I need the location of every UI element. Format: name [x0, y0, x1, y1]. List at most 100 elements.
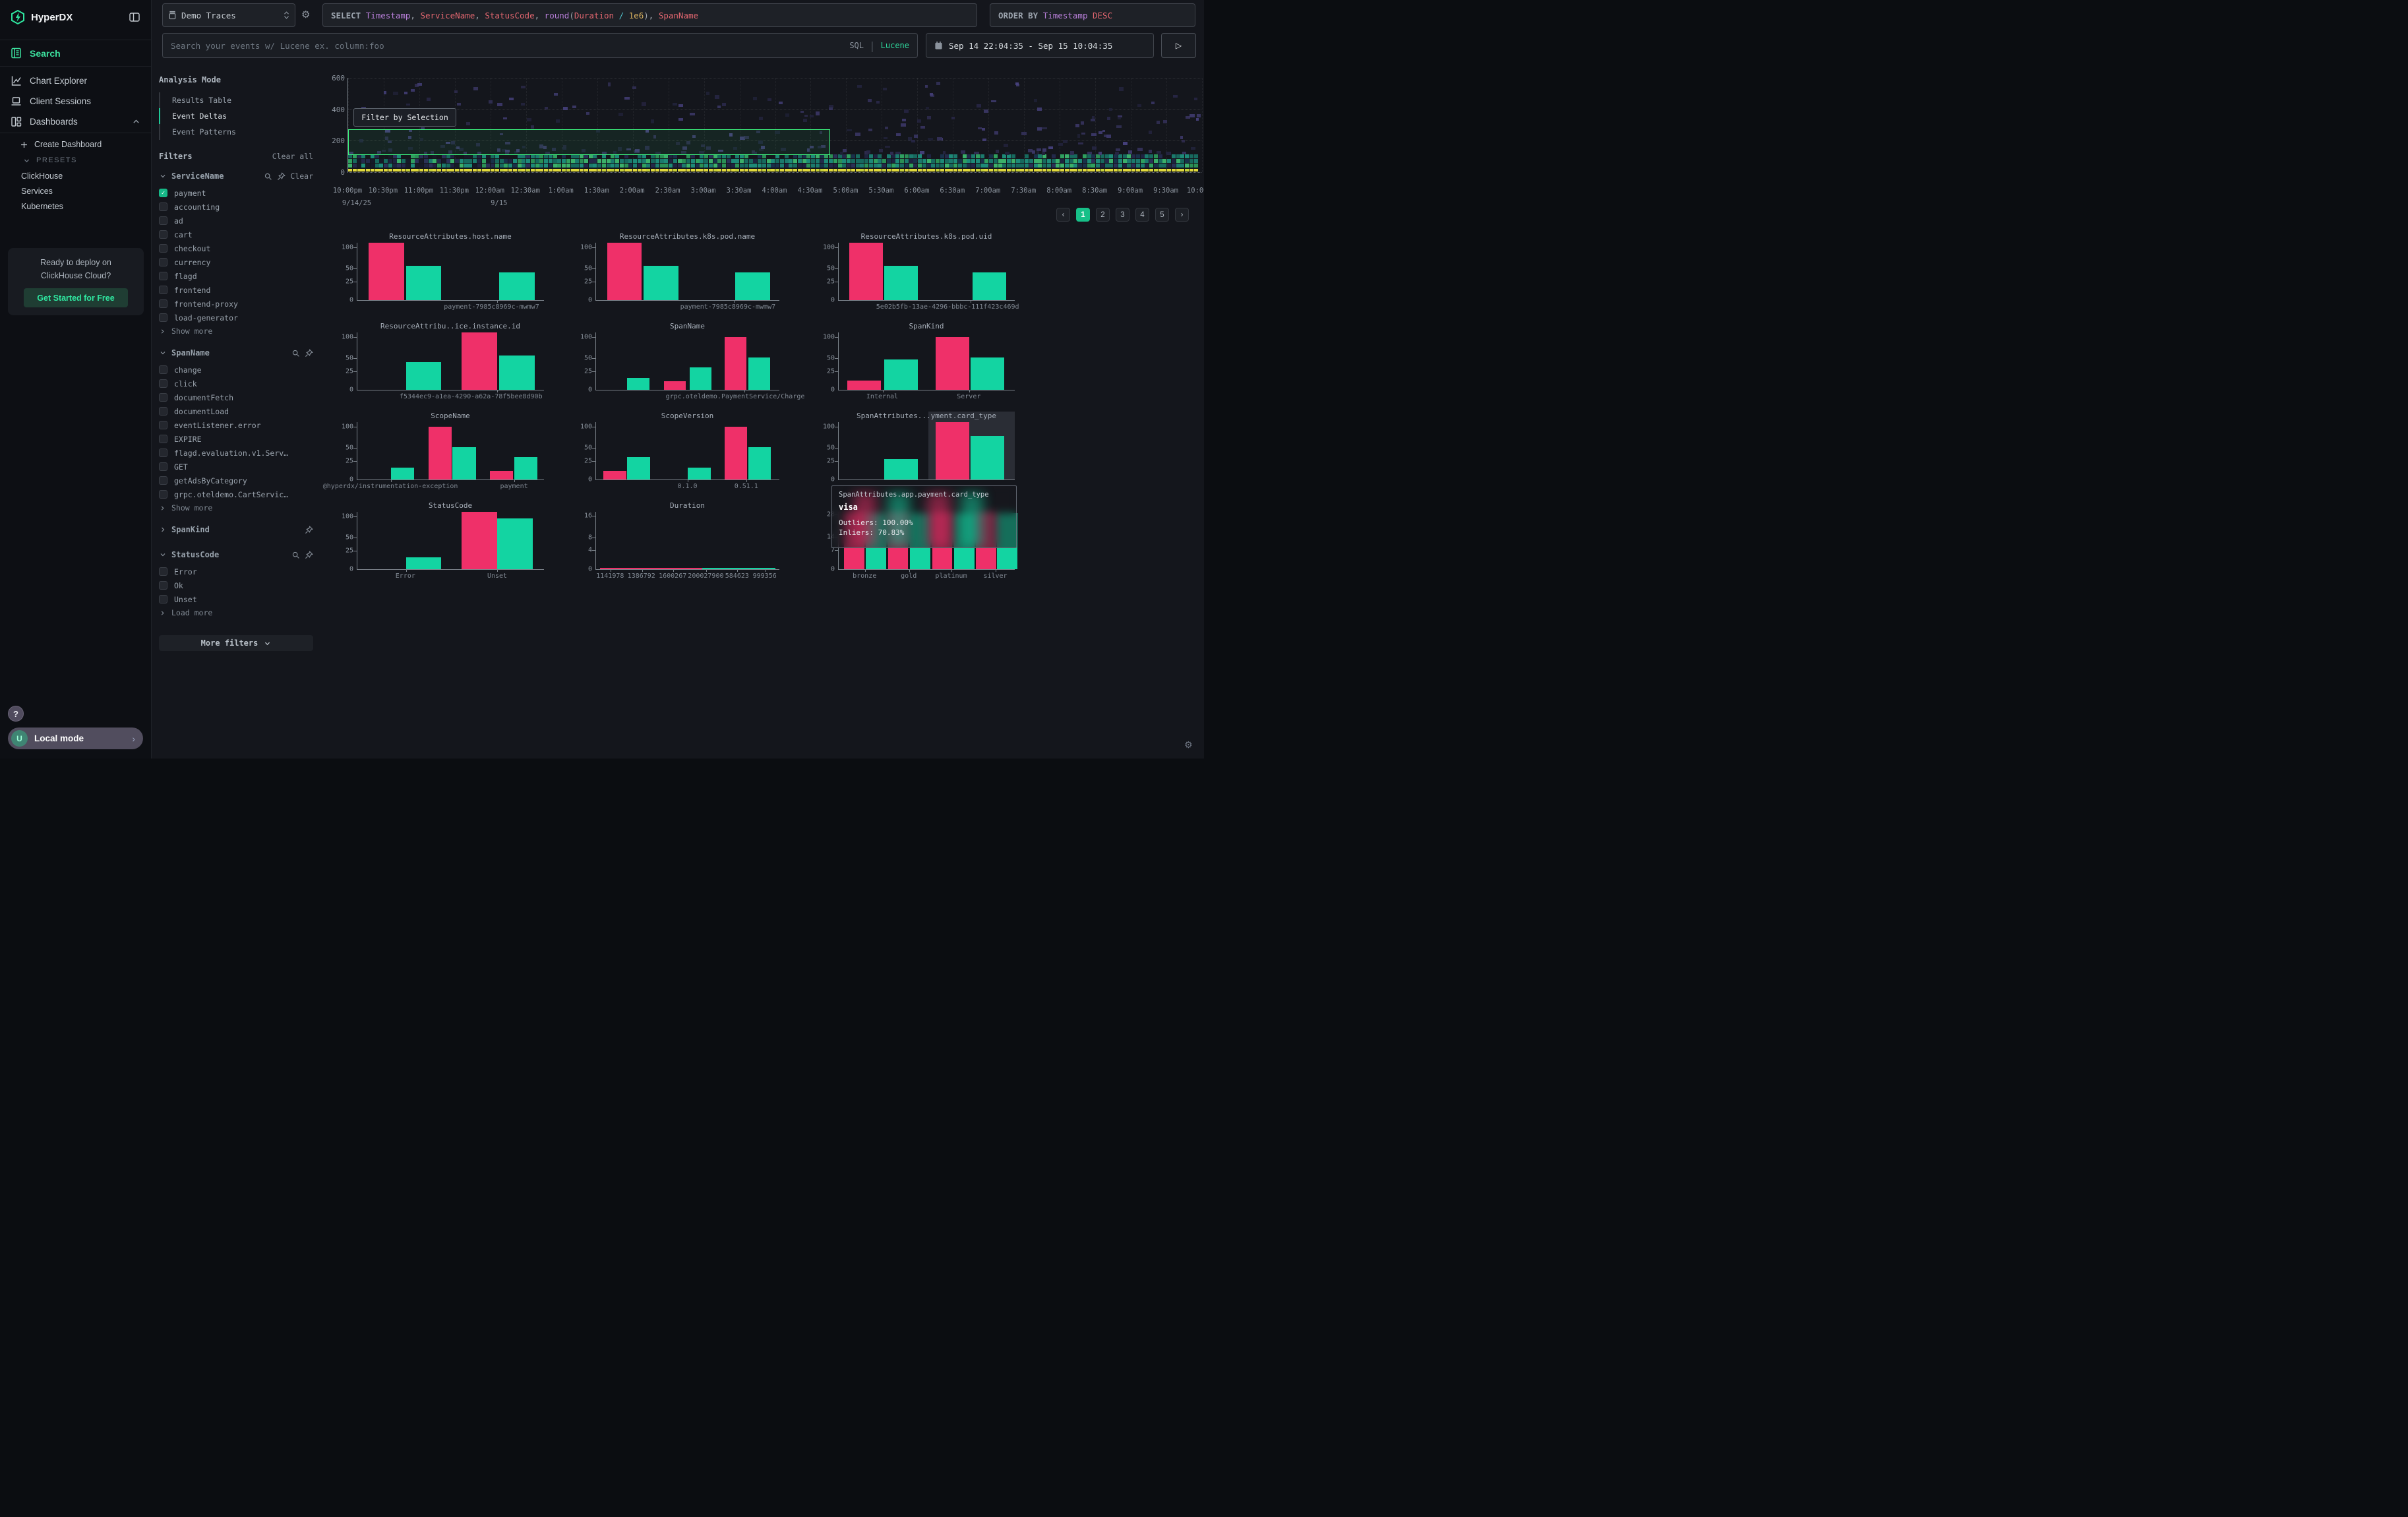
filter-option[interactable]: flagd.evaluation.v1.Serv… [159, 446, 313, 460]
filter-group-header-SpanKind[interactable]: SpanKind [159, 525, 313, 534]
filter-option[interactable]: flagd [159, 269, 313, 283]
filter-group-header-ServiceName[interactable]: ServiceNameClear [159, 171, 313, 181]
next-page-button[interactable]: › [1175, 208, 1189, 222]
settings-gear-icon[interactable]: ⚙ [1184, 740, 1193, 751]
page-button-1[interactable]: 1 [1076, 208, 1090, 222]
checkbox[interactable] [159, 272, 167, 280]
filter-group-header-SpanName[interactable]: SpanName [159, 348, 313, 357]
filter-option[interactable]: GET [159, 460, 313, 474]
help-button[interactable]: ? [8, 706, 24, 722]
checkbox[interactable] [159, 202, 167, 211]
source-settings-gear-icon[interactable]: ⚙ [301, 9, 310, 20]
delta-chart-7[interactable]: ScopeName10050250@hyperdx/instrumentatio… [333, 412, 551, 499]
delta-chart-2[interactable]: ResourceAttributes.k8s.pod.name10050250p… [572, 232, 789, 319]
checkbox[interactable] [159, 462, 167, 471]
checkbox[interactable] [159, 365, 167, 374]
checkbox[interactable] [159, 379, 167, 388]
load-more-button[interactable]: Load more [159, 606, 313, 619]
clear-all-filters-button[interactable]: Clear all [272, 152, 313, 161]
sidebar-item-kubernetes[interactable]: Kubernetes [21, 202, 63, 211]
checkbox[interactable] [159, 476, 167, 485]
checkbox[interactable] [159, 449, 167, 457]
page-button-2[interactable]: 2 [1096, 208, 1110, 222]
analysis-mode-event-deltas[interactable]: Event Deltas [159, 108, 313, 124]
filter-option[interactable]: Unset [159, 592, 313, 606]
sidebar-item-search[interactable]: Search [0, 40, 151, 67]
delta-chart-5[interactable]: SpanName10050250grpc.oteldemo.PaymentSer… [572, 322, 789, 409]
filter-option[interactable]: checkout [159, 241, 313, 255]
presets-toggle[interactable]: PRESETS [23, 156, 77, 164]
page-button-5[interactable]: 5 [1155, 208, 1169, 222]
filter-option[interactable]: EXPIRE [159, 432, 313, 446]
checkbox[interactable] [159, 299, 167, 308]
search-filter-icon[interactable] [291, 349, 300, 357]
checkbox[interactable] [159, 407, 167, 416]
collapse-sidebar-icon[interactable] [129, 12, 140, 22]
filter-option[interactable]: Ok [159, 578, 313, 592]
page-button-4[interactable]: 4 [1135, 208, 1149, 222]
page-button-3[interactable]: 3 [1116, 208, 1129, 222]
heatmap-plot[interactable] [347, 78, 1201, 172]
checkbox[interactable] [159, 230, 167, 239]
pin-filter-icon[interactable] [305, 526, 313, 534]
sidebar-item-clickhouse[interactable]: ClickHouse [21, 171, 63, 181]
checkbox[interactable] [159, 244, 167, 253]
date-range-picker[interactable]: Sep 14 22:04:35 - Sep 15 10:04:35 [926, 33, 1154, 58]
delta-chart-11[interactable]: Duration16840114197813867921600267200027… [572, 501, 789, 588]
filter-option[interactable]: getAdsByCategory [159, 474, 313, 487]
filter-option[interactable]: grpc.oteldemo.CartServic… [159, 487, 313, 501]
checkbox[interactable] [159, 490, 167, 499]
search-input[interactable]: Search your events w/ Lucene ex. column:… [162, 33, 918, 58]
checkbox[interactable] [159, 435, 167, 443]
lucene-mode-toggle[interactable]: Lucene [881, 41, 909, 50]
checkbox[interactable] [159, 595, 167, 604]
filter-option[interactable]: ad [159, 214, 313, 228]
local-mode-button[interactable]: U Local mode › [8, 728, 143, 749]
filter-option[interactable]: ✓payment [159, 186, 313, 200]
more-filters-button[interactable]: More filters [159, 635, 313, 651]
filter-option[interactable]: currency [159, 255, 313, 269]
delta-chart-8[interactable]: ScopeVersion100502500.1.00.51.1 [572, 412, 789, 499]
get-started-button[interactable]: Get Started for Free [24, 288, 128, 307]
search-filter-icon[interactable] [264, 172, 272, 181]
checkbox[interactable] [159, 216, 167, 225]
create-dashboard-button[interactable]: Create Dashboard [20, 140, 102, 149]
show-more-button[interactable]: Show more [159, 325, 313, 338]
sql-select-input[interactable]: SELECT Timestamp, ServiceName, StatusCod… [322, 3, 977, 27]
run-search-button[interactable]: ▷ [1161, 33, 1196, 58]
pin-filter-icon[interactable] [277, 172, 286, 181]
show-more-button[interactable]: Show more [159, 501, 313, 514]
sidebar-item-services[interactable]: Services [21, 187, 53, 196]
filter-option[interactable]: change [159, 363, 313, 377]
checkbox[interactable] [159, 286, 167, 294]
delta-chart-6[interactable]: SpanKind10050250InternalServer [814, 322, 1032, 409]
filter-by-selection-button[interactable]: Filter by Selection [353, 108, 456, 127]
filter-option[interactable]: documentFetch [159, 390, 313, 404]
pin-filter-icon[interactable] [305, 551, 313, 559]
data-source-select[interactable]: Demo Traces [162, 3, 295, 27]
filter-option[interactable]: Error [159, 565, 313, 578]
checkbox[interactable]: ✓ [159, 189, 167, 197]
checkbox[interactable] [159, 313, 167, 322]
filter-group-header-StatusCode[interactable]: StatusCode [159, 550, 313, 559]
checkbox[interactable] [159, 393, 167, 402]
delta-chart-1[interactable]: ResourceAttributes.host.name10050250paym… [333, 232, 551, 319]
order-by-input[interactable]: ORDER BY Timestamp DESC [990, 3, 1195, 27]
filter-option[interactable]: frontend-proxy [159, 297, 313, 311]
filter-option[interactable]: eventListener.error [159, 418, 313, 432]
pin-filter-icon[interactable] [305, 349, 313, 357]
checkbox[interactable] [159, 567, 167, 576]
delta-chart-3[interactable]: ResourceAttributes.k8s.pod.uid100502505e… [814, 232, 1032, 319]
sql-mode-toggle[interactable]: SQL [849, 41, 864, 50]
filter-option[interactable]: load-generator [159, 311, 313, 325]
heatmap-selection-rect[interactable] [348, 129, 830, 155]
analysis-mode-event-patterns[interactable]: Event Patterns [159, 124, 313, 140]
filter-option[interactable]: accounting [159, 200, 313, 214]
filter-option[interactable]: documentLoad [159, 404, 313, 418]
delta-chart-10[interactable]: StatusCode10050250ErrorUnset [333, 501, 551, 588]
analysis-mode-results-table[interactable]: Results Table [159, 92, 313, 108]
clear-filter-button[interactable]: Clear [290, 171, 313, 181]
prev-page-button[interactable]: ‹ [1056, 208, 1070, 222]
sidebar-item-client-sessions[interactable]: Client Sessions [0, 90, 151, 111]
search-filter-icon[interactable] [291, 551, 300, 559]
